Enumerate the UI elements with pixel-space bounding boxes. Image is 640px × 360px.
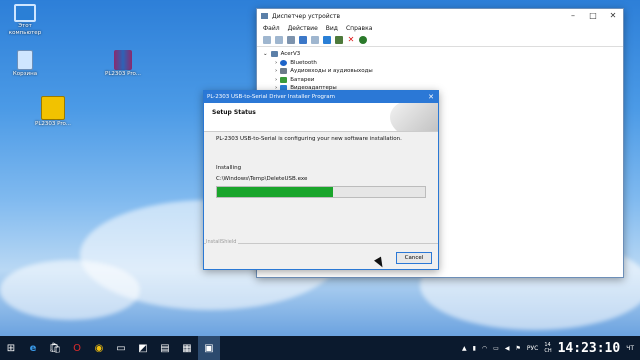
minimize-button[interactable]: – xyxy=(563,9,583,23)
installer-footer xyxy=(204,243,438,244)
chevron-right-icon: › xyxy=(275,68,278,75)
taskbar-edge[interactable]: e xyxy=(22,336,44,360)
volume-icon[interactable]: ◀ xyxy=(505,345,510,352)
uninstall-icon[interactable]: ✕ xyxy=(347,36,355,44)
taskbar-device-manager[interactable]: ▣ xyxy=(198,336,220,360)
desktop-icon-label: PL2303 Pro... xyxy=(105,71,141,77)
device-manager-menubar: Файл Действие Вид Справка xyxy=(257,23,623,34)
installer-status-label: Installing xyxy=(216,165,242,171)
taskbar-store[interactable]: 🛍 xyxy=(44,336,66,360)
installer-logo-graphic xyxy=(390,103,438,131)
installshield-label: InstallShield xyxy=(206,239,239,245)
bluetooth-icon xyxy=(280,59,288,66)
desktop-icon-pl2303-setup[interactable]: PL2303 Pro... xyxy=(28,96,78,128)
install-progress-fill xyxy=(217,187,334,197)
update-driver-icon[interactable] xyxy=(311,36,319,44)
close-button[interactable]: ✕ xyxy=(603,9,623,23)
tree-root[interactable]: ⌄ AcerV3 xyxy=(263,50,617,59)
monitor-icon[interactable] xyxy=(323,36,331,44)
installer-dialog: PL-2303 USB-to-Serial Driver Installer P… xyxy=(203,90,439,270)
tree-item-label: Батареи xyxy=(290,76,315,83)
installer-current-file: C:\Windows\Temp\DeleteUSB.exe xyxy=(216,176,308,182)
start-button[interactable]: ⊞ xyxy=(0,336,22,360)
store-icon: 🛍 xyxy=(48,342,62,354)
installer-titlebar[interactable]: PL-2303 USB-to-Serial Driver Installer P… xyxy=(204,91,438,103)
installer-message: PL-2303 USB-to-Serial is configuring you… xyxy=(216,136,402,142)
menu-file[interactable]: Файл xyxy=(263,25,280,32)
tray-icon[interactable]: ⚑ xyxy=(515,345,520,352)
computer-icon xyxy=(270,51,278,58)
taskbar-opera[interactable]: O xyxy=(66,336,88,360)
chevron-right-icon: › xyxy=(275,76,278,83)
close-button[interactable]: ✕ xyxy=(424,93,438,101)
edge-icon: e xyxy=(29,342,37,354)
installer-header-title: Setup Status xyxy=(212,109,256,116)
download-icon[interactable] xyxy=(359,36,367,44)
menu-help[interactable]: Справка xyxy=(346,25,372,32)
taskbar-app-4[interactable]: ▦ xyxy=(176,336,198,360)
tree-item-audio[interactable]: › Аудиовходы и аудиовыходы xyxy=(263,67,617,76)
desktop-icon-pl2303-archive[interactable]: PL2303 Pro... xyxy=(98,50,148,78)
taskbar: ⊞ e 🛍 O ◉ ▭ ◩ ▤ ▦ ▣ ▲ ▮ ◠ ▭ ◀ ⚑ РУС 14 С… xyxy=(0,336,640,360)
date-indicator: 14 СН xyxy=(544,342,552,354)
menu-action[interactable]: Действие xyxy=(288,25,318,32)
battery-icon[interactable]: ▭ xyxy=(493,345,499,352)
wifi-icon[interactable]: ◠ xyxy=(482,345,487,352)
device-manager-toolbar: ✕ xyxy=(257,34,623,47)
taskbar-app-1[interactable]: ▭ xyxy=(110,336,132,360)
language-indicator[interactable]: РУС xyxy=(527,345,538,352)
device-tree: ⌄ AcerV3 › Bluetooth › Аудиовходы и ауди… xyxy=(257,47,623,96)
properties-icon[interactable] xyxy=(287,36,295,44)
installer-header: Setup Status xyxy=(204,103,438,132)
desktop-icon-recycle-bin[interactable]: Корзина xyxy=(0,50,50,78)
desktop-icon-label: Корзина xyxy=(12,71,38,77)
help-icon[interactable] xyxy=(299,36,307,44)
monitor-icon xyxy=(14,4,36,22)
opera-icon: O xyxy=(73,342,81,354)
forward-icon[interactable] xyxy=(275,36,283,44)
installer-icon xyxy=(41,96,65,120)
desktop-icon-this-pc[interactable]: Этот компьютер xyxy=(0,4,50,37)
system-tray: ▲ ▮ ◠ ▭ ◀ ⚑ РУС 14 СН 14:23:10 ЧТ xyxy=(462,336,640,360)
cancel-button[interactable]: Cancel xyxy=(396,252,432,264)
recycle-bin-icon xyxy=(17,50,33,70)
desktop-icon-label: Этот компьютер xyxy=(8,23,42,36)
windows-logo-icon: ⊞ xyxy=(6,342,16,354)
app-icon: ◩ xyxy=(138,342,148,354)
app-icon: ▦ xyxy=(182,342,192,354)
clock[interactable]: 14:23:10 xyxy=(558,341,621,356)
taskbar-app-3[interactable]: ▤ xyxy=(154,336,176,360)
chevron-right-icon: › xyxy=(275,59,278,66)
tree-root-label: AcerV3 xyxy=(280,51,301,58)
speaker-icon xyxy=(280,68,288,75)
device-manager-icon: ▣ xyxy=(204,342,214,354)
device-manager-app-icon xyxy=(261,13,268,19)
app-icon: ▤ xyxy=(160,342,170,354)
day-indicator: ЧТ xyxy=(626,344,634,352)
device-manager-titlebar[interactable]: Диспетчер устройств – □ ✕ xyxy=(257,9,623,23)
archive-icon xyxy=(114,50,132,70)
scan-icon[interactable] xyxy=(335,36,343,44)
installer-title: PL-2303 USB-to-Serial Driver Installer P… xyxy=(207,94,336,100)
tree-item-bluetooth[interactable]: › Bluetooth xyxy=(263,59,617,68)
menu-view[interactable]: Вид xyxy=(326,25,338,32)
maximize-button[interactable]: □ xyxy=(583,9,603,23)
battery-icon xyxy=(280,76,288,83)
tree-item-label: Аудиовходы и аудиовыходы xyxy=(290,68,373,75)
taskbar-app-2[interactable]: ◩ xyxy=(132,336,154,360)
app-icon: ▭ xyxy=(116,342,126,354)
device-manager-title: Диспетчер устройств xyxy=(272,12,341,20)
tray-icon[interactable]: ▮ xyxy=(473,345,476,352)
back-icon[interactable] xyxy=(263,36,271,44)
tree-item-label: Bluetooth xyxy=(290,59,317,66)
install-progress-bar xyxy=(216,186,426,198)
taskbar-chrome[interactable]: ◉ xyxy=(88,336,110,360)
tree-item-batteries[interactable]: › Батареи xyxy=(263,76,617,85)
tray-icon[interactable]: ▲ xyxy=(462,345,467,352)
chevron-down-icon: ⌄ xyxy=(263,51,268,58)
desktop-icon-label: PL2303 Pro... xyxy=(35,121,71,127)
cloud xyxy=(0,260,140,320)
chrome-icon: ◉ xyxy=(94,342,104,354)
